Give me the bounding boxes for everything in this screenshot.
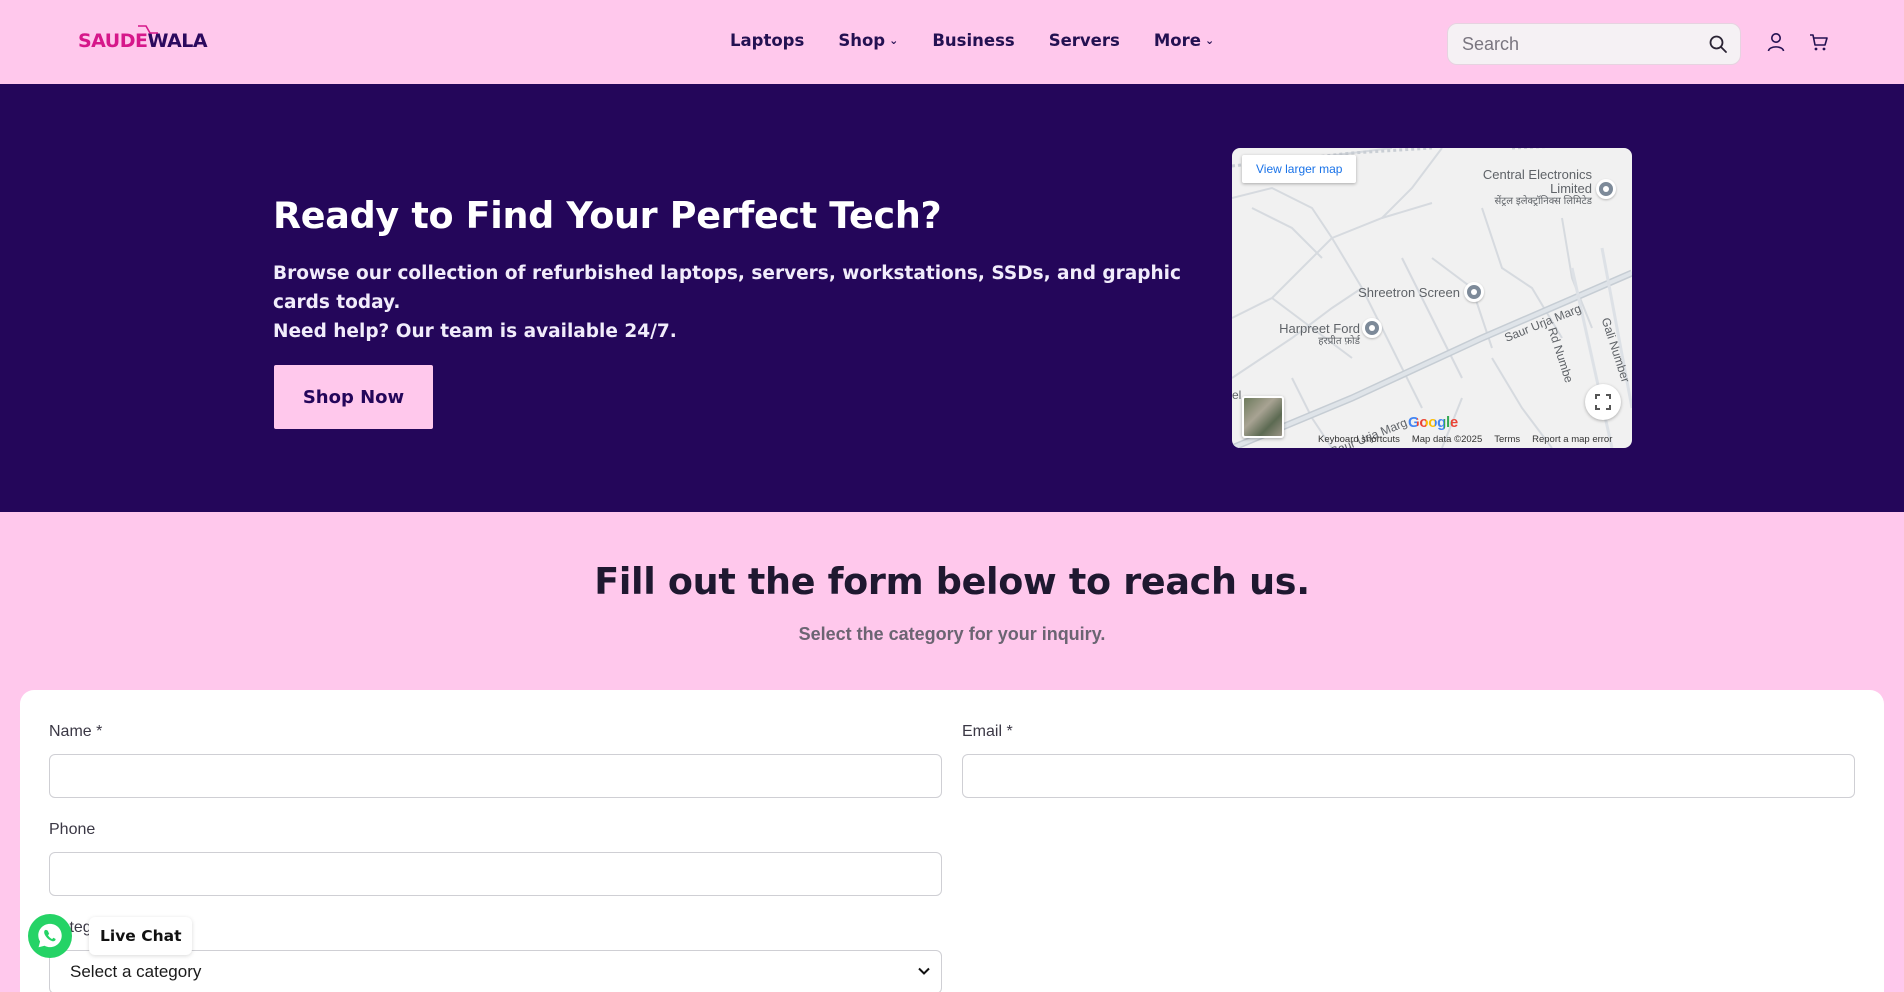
form-subheading: Select the category for your inquiry. (798, 624, 1106, 644)
fullscreen-button[interactable] (1585, 384, 1621, 420)
nav-label: Laptops (730, 31, 805, 50)
category-selected-value: Select a category (70, 962, 202, 981)
nav-item-business[interactable]: Business (932, 31, 1014, 50)
cart-icon[interactable] (1808, 31, 1830, 53)
hero-title: Ready to Find Your Perfect Tech? (273, 194, 942, 237)
poi-harpreet-ford[interactable]: Harpreet Ford हरप्रीत फ़ोर्ड (1252, 321, 1360, 348)
nav-item-servers[interactable]: Servers (1049, 31, 1120, 50)
nav-label: More (1153, 31, 1201, 50)
phone-label: Phone (49, 821, 96, 838)
email-label: Email * (962, 723, 1013, 740)
map-pin-icon[interactable] (1362, 318, 1382, 338)
form-heading: Fill out the form below to reach us. (594, 560, 1310, 603)
chevron-down-icon (918, 967, 930, 975)
map-data-text: Map data ©2025 (1411, 434, 1483, 445)
google-logo: Google (1408, 414, 1458, 431)
nav-label: Shop (838, 31, 886, 50)
search-input[interactable] (1462, 24, 1692, 64)
nav-item-shop[interactable]: Shop ⌄ (838, 31, 898, 50)
hero-description-line-2: Need help? Our team is available 24/7. (273, 321, 677, 342)
chevron-down-icon: ⌄ (1204, 34, 1215, 47)
poi-name: Central Electronics Limited (1482, 167, 1592, 196)
phone-field[interactable] (49, 852, 942, 896)
name-field[interactable] (49, 754, 942, 798)
main-nav: Laptops Shop ⌄ Business Servers More ⌄ (730, 31, 1214, 50)
report-map-error-link[interactable]: Report a map error (1532, 434, 1612, 445)
view-larger-map-link[interactable]: View larger map (1242, 155, 1357, 183)
hero-description: Browse our collection of refurbished lap… (273, 259, 1213, 346)
nav-label: Servers (1048, 31, 1120, 50)
category-select[interactable]: Select a category (49, 950, 942, 992)
poi-name: Shreetron Screen (1358, 285, 1460, 300)
map-pin-icon[interactable] (1596, 179, 1616, 199)
logo[interactable]: SAUDEWALA (78, 25, 208, 52)
email-field[interactable] (962, 754, 1855, 798)
poi-local-name: सेंट्रल इलेक्ट्रॉनिक्स लिमिटेड (1494, 196, 1592, 207)
logo-cart-mark (138, 25, 158, 36)
terms-link[interactable]: Terms (1494, 434, 1520, 445)
site-header: SAUDEWALA Laptops Shop ⌄ Business Servers… (0, 0, 1904, 84)
keyboard-shortcuts-link[interactable]: Keyboard shortcuts (1318, 434, 1400, 445)
google-brand: Google (1408, 414, 1458, 431)
chevron-down-icon: ⌄ (889, 34, 899, 47)
nav-label: Business (932, 31, 1015, 50)
road-label: el (1232, 388, 1242, 402)
whatsapp-icon (38, 923, 62, 948)
embedded-map[interactable]: View larger map Central Electronics Limi… (1232, 148, 1632, 448)
map-attribution: Keyboard shortcuts Map data ©2025 Terms … (1318, 434, 1612, 445)
shop-now-button[interactable]: Shop Now (274, 365, 433, 429)
whatsapp-button[interactable] (28, 914, 72, 958)
user-icon[interactable] (1765, 31, 1787, 53)
poi-name: Harpreet Ford (1279, 321, 1360, 336)
hero-section: Ready to Find Your Perfect Tech? Browse … (0, 84, 1904, 512)
expand-icon (1595, 394, 1611, 410)
hero-description-line-1: Browse our collection of refurbished lap… (273, 263, 1181, 313)
name-label: Name * (49, 723, 103, 740)
live-chat-label[interactable]: Live Chat (89, 917, 193, 955)
nav-item-laptops[interactable]: Laptops (730, 31, 804, 50)
map-pin-icon[interactable] (1464, 282, 1484, 302)
nav-item-more[interactable]: More ⌄ (1154, 31, 1214, 50)
poi-local-name: हरप्रीत फ़ोर्ड (1318, 336, 1360, 347)
contact-form-card: Name * Email * Phone Category * Select a… (20, 690, 1884, 992)
poi-central-electronics[interactable]: Central Electronics Limited सेंट्रल इलेक… (1462, 167, 1592, 208)
search-box (1447, 23, 1741, 65)
search-icon[interactable] (1708, 34, 1728, 54)
satellite-toggle[interactable] (1242, 396, 1284, 438)
poi-shreetron-screen[interactable]: Shreetron Screen (1340, 286, 1460, 300)
